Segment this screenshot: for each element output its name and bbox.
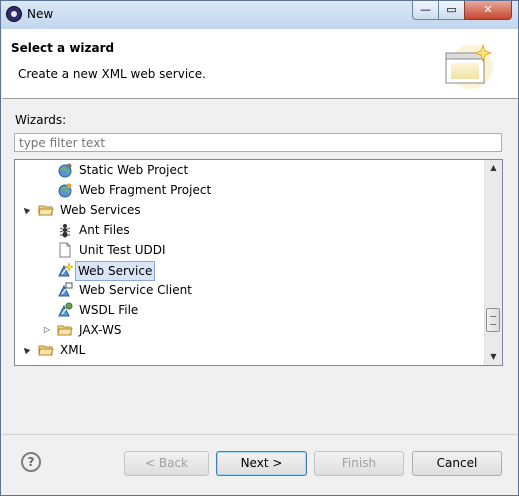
tree-item-label: Web Services — [60, 203, 141, 217]
maximize-button[interactable]: ▭ — [438, 1, 465, 20]
wsdl-file-icon — [57, 302, 73, 318]
scroll-down-icon[interactable]: ▼ — [485, 349, 502, 365]
folder-open-icon — [38, 342, 54, 358]
tree-item-label: Web Service — [75, 261, 156, 281]
expand-twisty-icon[interactable]: ▲ — [15, 339, 36, 360]
tree-item-web-fragment-project[interactable]: Web Fragment Project — [15, 180, 485, 200]
file-icon — [57, 242, 73, 258]
title-bar[interactable]: New — ▭ ✕ — [1, 1, 518, 29]
cancel-button[interactable]: Cancel — [412, 451, 502, 476]
close-button[interactable]: ✕ — [464, 1, 512, 20]
minimize-icon: — — [420, 3, 431, 16]
finish-button[interactable]: Finish — [314, 451, 404, 476]
new-wizard-dialog: New — ▭ ✕ Select a wizard Create a new X… — [0, 0, 519, 496]
tree-item-jax-ws[interactable]: ▷ JAX-WS — [15, 320, 485, 340]
tree-item-ant-files[interactable]: Ant Files — [15, 220, 485, 240]
tree-item-web-service[interactable]: Web Service — [15, 260, 485, 281]
maximize-icon: ▭ — [446, 3, 457, 16]
tree-item-wsdl-file[interactable]: WSDL File — [15, 300, 485, 320]
tree-item-static-web-project[interactable]: Static Web Project — [15, 160, 485, 180]
back-button[interactable]: < Back — [124, 451, 209, 476]
tree-item-label: JAX-WS — [79, 323, 122, 337]
globe-icon — [57, 162, 73, 178]
next-button[interactable]: Next > — [216, 451, 307, 476]
tree-item-label: Static Web Project — [79, 163, 189, 177]
filter-input[interactable] — [14, 133, 502, 152]
tree-item-label: Web Service Client — [79, 283, 192, 297]
wizard-header: Select a wizard Create a new XML web ser… — [2, 29, 518, 99]
minimize-button[interactable]: — — [412, 1, 439, 20]
header-description: Create a new XML web service. — [18, 67, 206, 81]
collapse-twisty-icon[interactable]: ▷ — [42, 320, 52, 340]
tree-item-web-services[interactable]: ▲ Web Services — [15, 200, 485, 220]
tree-item-label: Unit Test UDDI — [79, 243, 166, 257]
header-title: Select a wizard — [11, 41, 115, 55]
tree-item-xml[interactable]: ▲ XML — [15, 340, 485, 360]
wizards-label: Wizards: — [15, 113, 67, 127]
tree-item-label: WSDL File — [79, 303, 139, 317]
wizard-banner-icon — [445, 43, 493, 89]
globe-icon — [57, 182, 73, 198]
folder-open-icon — [38, 202, 54, 218]
tree-item-web-service-client[interactable]: Web Service Client — [15, 280, 485, 300]
wizard-tree[interactable]: Static Web Project Web Fragment Project … — [14, 159, 503, 366]
folder-icon — [57, 322, 73, 338]
window-title: New — [27, 7, 54, 21]
eclipse-app-icon — [6, 6, 22, 22]
tree-item-unit-test-uddi[interactable]: Unit Test UDDI — [15, 240, 485, 260]
tree-item-label: Web Fragment Project — [79, 183, 212, 197]
tree-vertical-scrollbar[interactable]: ▲ ▼ — [484, 160, 502, 365]
scrollbar-thumb[interactable] — [486, 308, 500, 332]
tree-item-label: XML — [60, 343, 86, 357]
ant-icon — [57, 222, 73, 238]
help-button[interactable]: ? — [21, 452, 41, 472]
scroll-up-icon[interactable]: ▲ — [485, 160, 502, 176]
web-service-client-icon — [57, 282, 73, 298]
close-icon: ✕ — [483, 3, 493, 16]
expand-twisty-icon[interactable]: ▲ — [15, 199, 36, 220]
button-bar-separator — [2, 434, 518, 435]
web-service-icon — [57, 262, 74, 278]
tree-item-label: Ant Files — [79, 223, 130, 237]
